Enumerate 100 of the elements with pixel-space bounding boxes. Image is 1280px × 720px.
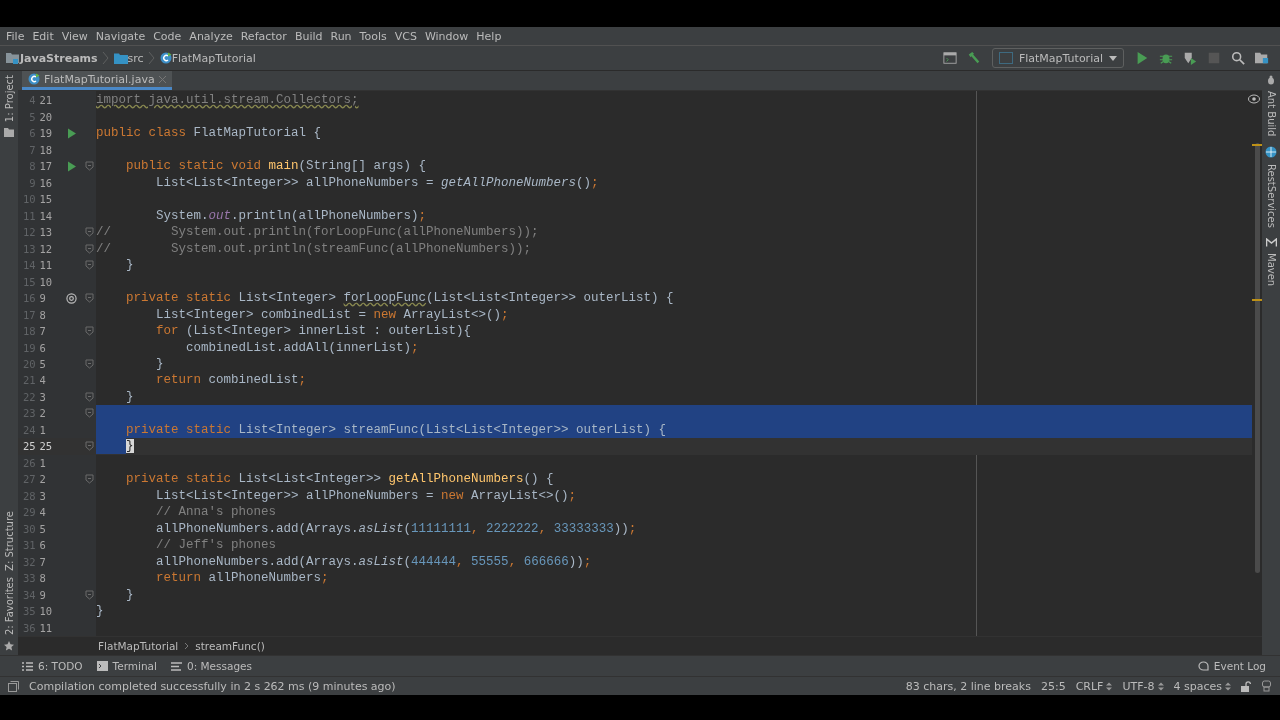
chevron-icon xyxy=(147,51,156,65)
event-log-button[interactable]: Event Log xyxy=(1197,660,1266,672)
robot-icon[interactable] xyxy=(1261,680,1272,692)
fold-marker-icon[interactable] xyxy=(84,589,94,600)
fold-marker-icon[interactable] xyxy=(84,227,94,238)
relative-line-number: 5 xyxy=(38,358,47,370)
tool-window-tab[interactable]: 6: TODO xyxy=(22,660,83,672)
menu-item[interactable]: View xyxy=(57,29,92,43)
menu-item[interactable]: Run xyxy=(326,29,356,43)
warning-marker[interactable] xyxy=(1252,299,1262,301)
close-icon[interactable] xyxy=(158,75,166,83)
fold-marker-icon[interactable] xyxy=(84,391,94,402)
speech-bubble-icon xyxy=(1197,660,1209,672)
menu-item[interactable]: Build xyxy=(290,29,327,43)
caret-icon xyxy=(1109,55,1117,61)
fold-marker-icon[interactable] xyxy=(84,260,94,271)
tool-window-tab[interactable]: 1: Project xyxy=(3,75,15,123)
relative-line-number: 7 xyxy=(38,325,47,337)
caret-position[interactable]: 25:5 xyxy=(1040,679,1066,693)
fold-marker-icon[interactable] xyxy=(84,359,94,369)
window-icon[interactable] xyxy=(942,51,957,65)
fold-marker-icon[interactable] xyxy=(84,408,94,419)
eye-icon[interactable] xyxy=(1248,94,1260,104)
fold-marker-icon[interactable] xyxy=(84,243,94,254)
code-line: private static List<Integer> streamFunc(List<List<Integer>> outerList) { xyxy=(125,422,667,437)
code-line: return combinedList; xyxy=(155,373,307,388)
menu-item[interactable]: Window xyxy=(420,29,473,43)
relative-line-number: 21 xyxy=(38,94,54,107)
menu-item[interactable]: VCS xyxy=(390,29,421,43)
warning-marker[interactable] xyxy=(1252,144,1262,146)
fold-marker-icon[interactable] xyxy=(84,161,94,172)
relative-line-number: 5 xyxy=(38,522,47,535)
menu-item[interactable]: Refactor xyxy=(236,29,291,43)
stop-icon[interactable] xyxy=(1207,51,1221,65)
code-line: List<List<Integer>> allPhoneNumbers = new ArrayList<>(); xyxy=(155,488,577,503)
line-separator-widget[interactable]: CRLF xyxy=(1075,679,1113,693)
up-down-arrows-icon xyxy=(1225,681,1231,691)
tool-window-tab[interactable]: Z: Structure xyxy=(3,511,15,571)
relative-line-number: 7 xyxy=(38,555,47,568)
tool-window-tab[interactable]: Terminal xyxy=(96,660,157,672)
fold-marker-icon[interactable] xyxy=(84,326,94,336)
tool-window-tab[interactable]: Ant Build xyxy=(1265,91,1277,137)
class-icon xyxy=(28,73,40,85)
hammer-icon[interactable] xyxy=(966,51,981,65)
padlock-icon[interactable] xyxy=(1241,680,1251,692)
code-line: public static void main(String[] args) { xyxy=(125,159,427,174)
fold-marker-icon[interactable] xyxy=(84,293,94,304)
menu-item[interactable]: Help xyxy=(472,29,506,43)
relative-line-number: 25 xyxy=(38,440,54,453)
menu-item[interactable]: Navigate xyxy=(91,29,150,43)
fold-marker-icon[interactable] xyxy=(84,441,94,452)
relative-line-number: 11 xyxy=(38,621,54,634)
folder-grid-icon[interactable] xyxy=(1255,51,1269,65)
status-message: Compilation completed successfully in 2 s 262 ms (9 minutes ago) xyxy=(29,679,396,693)
line-number: 25 xyxy=(21,440,36,453)
relative-line-number: 17 xyxy=(38,160,54,173)
breadcrumb[interactable]: JavaStreams xyxy=(20,51,98,65)
breadcrumb[interactable]: streamFunc() xyxy=(195,640,265,652)
up-down-arrows-icon xyxy=(1157,681,1164,691)
editor-tab[interactable]: FlatMapTutorial.java xyxy=(22,71,172,90)
tool-window-tab[interactable]: RestServices xyxy=(1265,164,1277,229)
selection-info: 83 chars, 2 line breaks xyxy=(905,679,1031,693)
code-line: for (List<Integer> innerList : outerList){ xyxy=(155,324,472,338)
tool-window-tab[interactable]: Maven xyxy=(1265,253,1277,287)
menu-item[interactable]: Analyze xyxy=(185,29,237,43)
fold-marker-icon[interactable] xyxy=(84,474,94,485)
run-icon[interactable] xyxy=(66,127,77,139)
folder-icon xyxy=(4,128,14,138)
code-line: } xyxy=(125,587,134,602)
relative-line-number: 15 xyxy=(38,193,54,206)
m-letter-icon xyxy=(1265,238,1277,248)
tool-window-tab[interactable]: 2: Favorites xyxy=(3,576,15,635)
menu-item[interactable]: Edit xyxy=(28,29,58,43)
code-line: private static List<Integer> forLoopFunc(List<List<Integer>> outerList) { xyxy=(125,291,674,306)
search-icon[interactable] xyxy=(1231,51,1245,65)
panel-toggle-icon[interactable] xyxy=(8,680,19,692)
relative-line-number: 11 xyxy=(38,259,54,272)
relative-line-number: 4 xyxy=(38,506,47,519)
menu-item[interactable]: File xyxy=(2,29,29,43)
relative-line-number: 16 xyxy=(38,176,54,189)
breadcrumb[interactable]: FlatMapTutorial xyxy=(171,51,256,65)
encoding-widget[interactable]: UTF-8 xyxy=(1122,679,1164,693)
menu-item[interactable]: Tools xyxy=(355,29,391,43)
menu-item[interactable]: Code xyxy=(149,29,186,43)
code-line: // System.out.println(streamFunc(allPhoneNumbers)); xyxy=(96,241,532,256)
indent-widget[interactable]: 4 spaces xyxy=(1173,679,1231,693)
relative-line-number: 1 xyxy=(38,456,47,469)
breadcrumb[interactable]: FlatMapTutorial xyxy=(98,640,179,652)
relative-line-number: 4 xyxy=(38,374,47,387)
relative-line-number: 18 xyxy=(38,143,54,156)
breadcrumb[interactable]: src xyxy=(127,51,144,65)
scrollbar-thumb[interactable] xyxy=(1255,143,1260,573)
run-configuration-dropdown[interactable]: FlatMapTutorial xyxy=(991,48,1124,68)
shield-run-icon[interactable] xyxy=(1183,51,1197,65)
folder-icon xyxy=(113,52,128,64)
code-line: // Anna's phones xyxy=(155,505,277,520)
code-line: System.out.println(allPhoneNumbers); xyxy=(155,208,427,223)
run-icon[interactable] xyxy=(66,160,77,172)
run-icon[interactable] xyxy=(1135,51,1149,65)
tool-window-tab[interactable]: 0: Messages xyxy=(170,660,252,672)
